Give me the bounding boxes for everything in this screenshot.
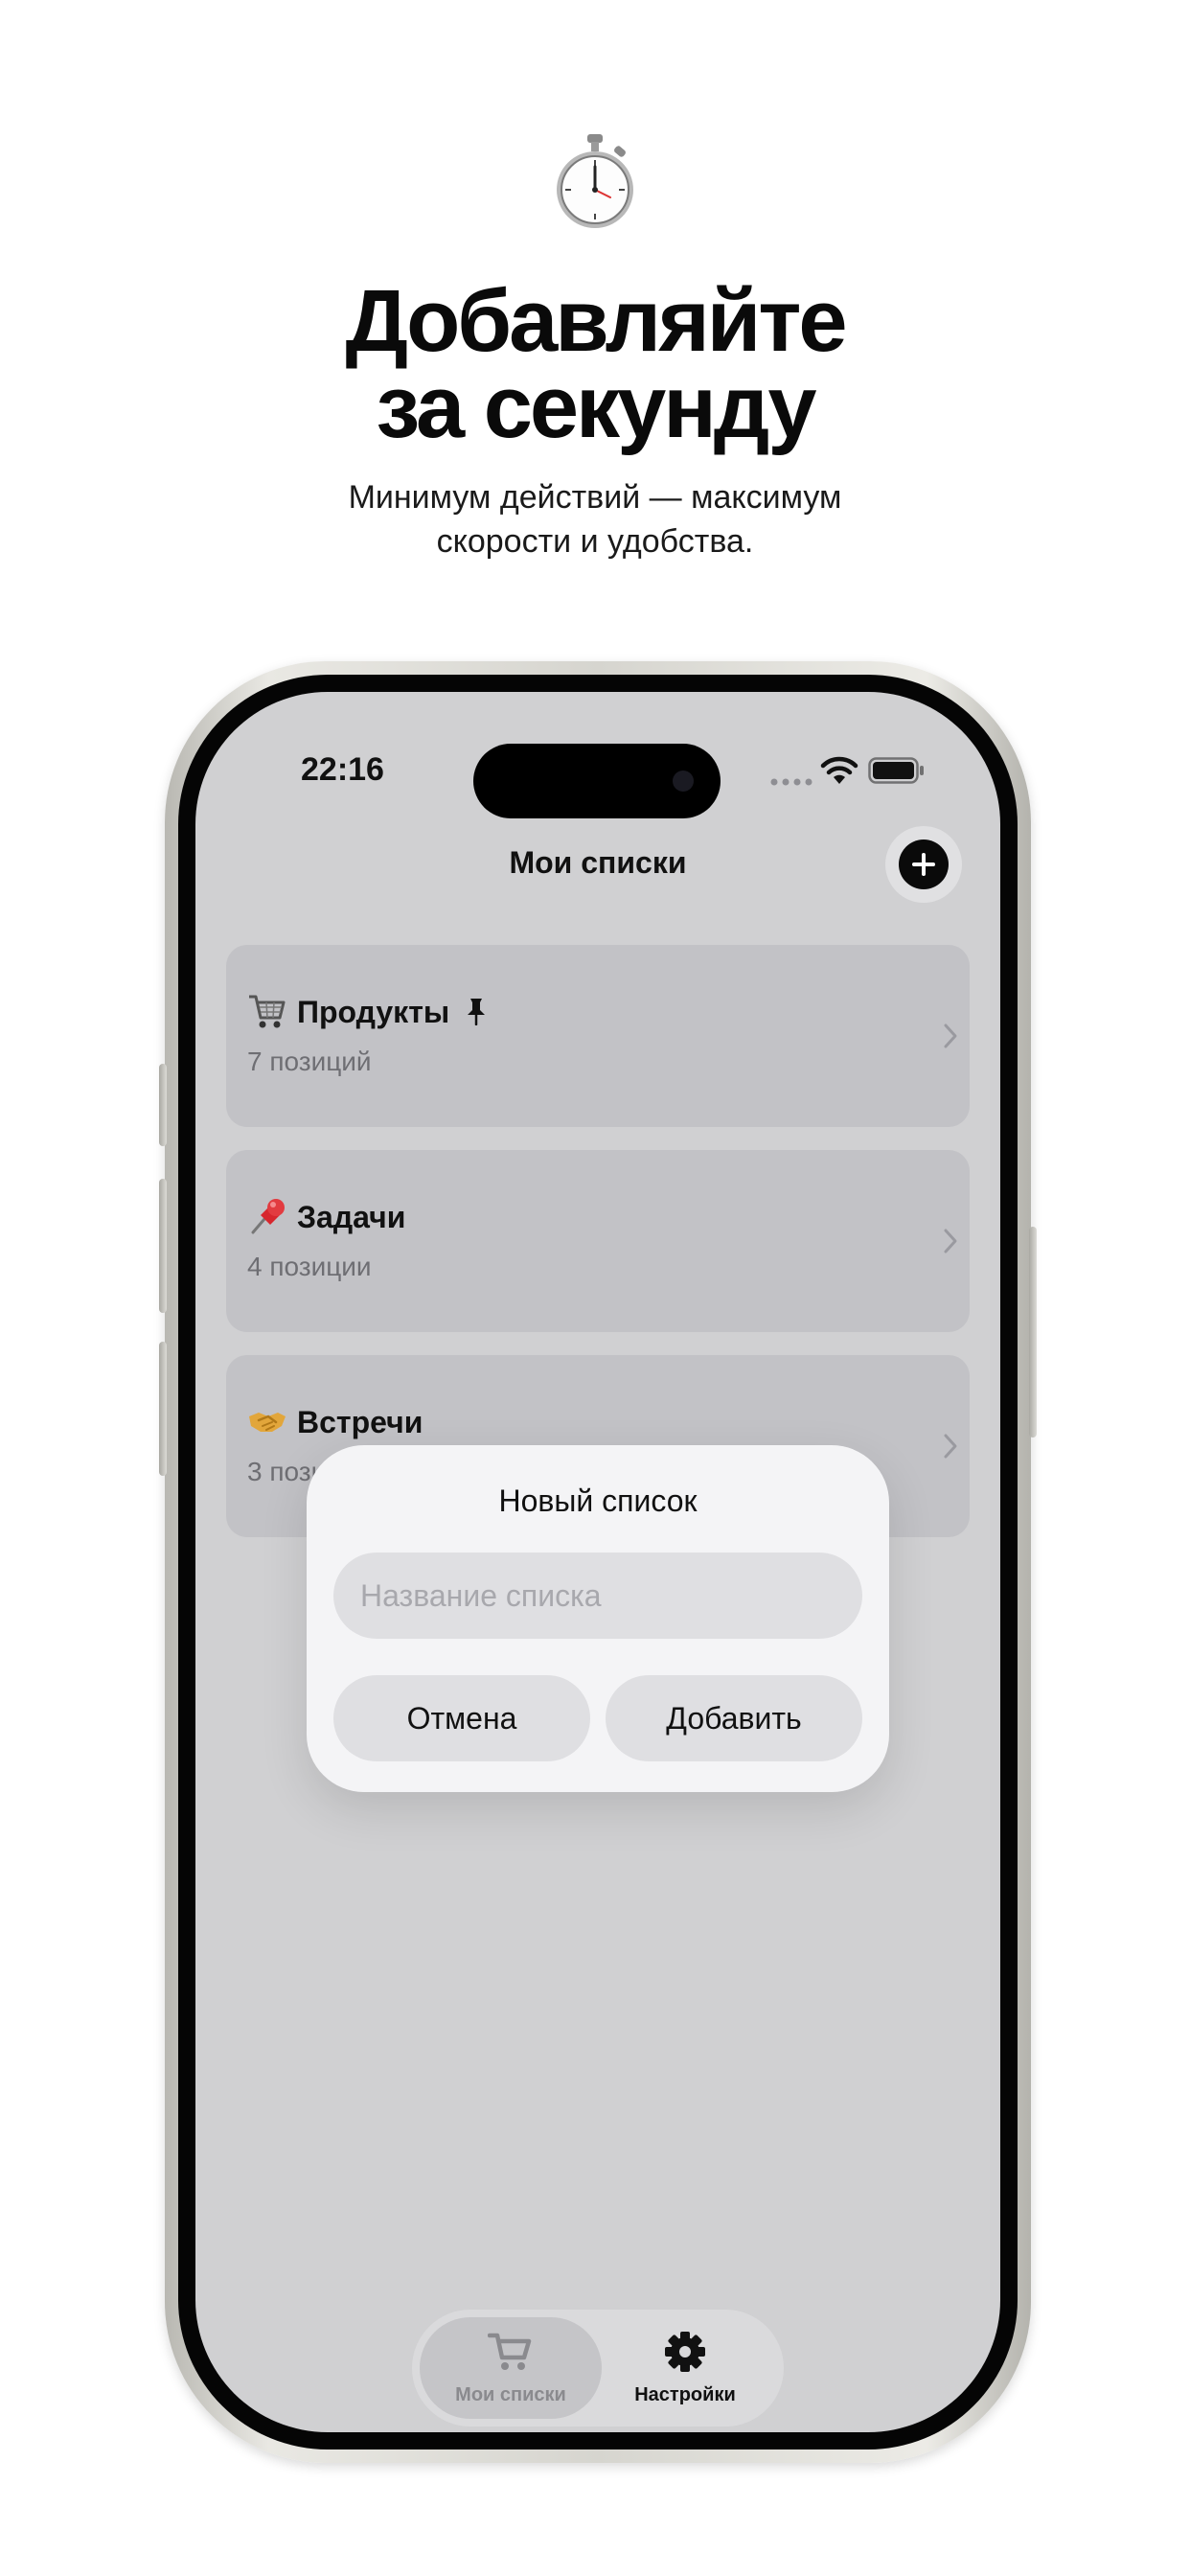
chevron-right-icon (944, 1434, 957, 1459)
dialog-title: Новый список (498, 1484, 698, 1518)
tab-bar: Мои списки Настройки (412, 2310, 784, 2426)
add-list-button[interactable] (885, 826, 962, 903)
phone-screen: 22:16 Мои списки Продукты 7 позиций Зада… (195, 692, 1000, 2432)
tab-my-lists[interactable]: Мои списки (420, 2317, 602, 2419)
signal-dots-icon (770, 778, 812, 786)
battery-icon (868, 757, 924, 784)
cart-icon (488, 2333, 532, 2370)
promo-headline: Добавляйте за секунду (0, 272, 1190, 456)
promo-headline-line2: за секунду (376, 358, 816, 456)
list-count: 7 позиций (247, 1046, 372, 1076)
chevron-right-icon (944, 1229, 957, 1254)
promo-subline-line2: скорости и удобства. (436, 523, 754, 560)
volume-down-button (159, 1342, 167, 1476)
add-list-button-inner (899, 840, 949, 889)
plus-icon (912, 853, 935, 876)
action-button (159, 1064, 167, 1146)
shopping-cart-icon (249, 995, 286, 1028)
handshake-icon (249, 1413, 286, 1432)
list-title: Продукты (297, 995, 450, 1029)
list-name-input[interactable] (333, 1552, 862, 1639)
pin-icon (468, 999, 485, 1025)
promo-subline-line1: Минимум действий — максимум (348, 479, 842, 516)
new-list-dialog: Новый список Отмена Добавить (307, 1445, 889, 1792)
power-button (1029, 1227, 1037, 1438)
wifi-icon (820, 756, 858, 784)
status-time: 22:16 (301, 751, 384, 788)
page-title: Мои списки (509, 845, 687, 880)
phone-frame: 22:16 Мои списки Продукты 7 позиций Зада… (159, 661, 1037, 2463)
tab-label: Настройки (634, 2384, 736, 2405)
promo-subline: Минимум действий — максимум скорости и у… (0, 475, 1190, 564)
chevron-right-icon (944, 1024, 957, 1048)
gear-icon (665, 2332, 705, 2372)
stopwatch-icon (557, 134, 633, 228)
add-button[interactable]: Добавить (606, 1675, 862, 1761)
promo-headline-line1: Добавляйте (345, 272, 847, 370)
tab-settings[interactable]: Настройки (594, 2317, 776, 2419)
camera-icon (673, 770, 694, 792)
cancel-button[interactable]: Отмена (333, 1675, 590, 1761)
volume-up-button (159, 1179, 167, 1313)
list-title: Задачи (297, 1200, 406, 1234)
list-title: Встречи (297, 1405, 423, 1439)
list-card-products[interactable]: Продукты 7 позиций (226, 945, 970, 1127)
dynamic-island (473, 744, 721, 818)
list-count: 4 позиции (247, 1252, 372, 1281)
pushpin-icon (251, 1199, 285, 1234)
tab-label: Мои списки (455, 2384, 566, 2405)
list-card-tasks[interactable]: Задачи 4 позиции (226, 1150, 970, 1332)
